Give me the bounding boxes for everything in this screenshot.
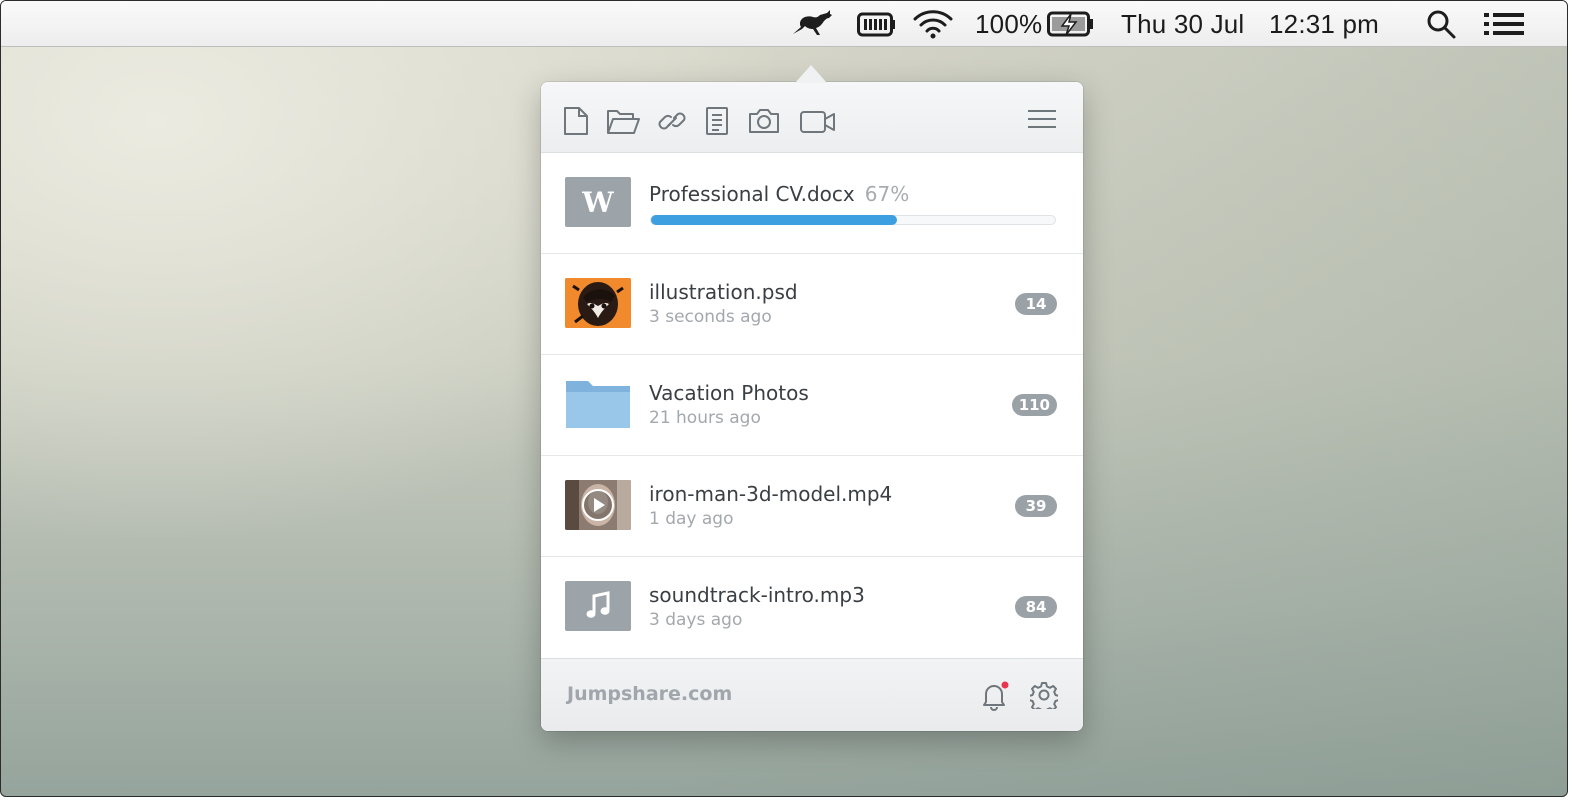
kangaroo-icon[interactable]: [791, 1, 833, 47]
word-letter: W: [582, 185, 614, 219]
camera-icon[interactable]: [748, 106, 780, 136]
upload-progress-fill: [651, 215, 898, 225]
battery-app-icon[interactable]: [857, 1, 895, 47]
battery-percent: 100%: [975, 8, 1043, 39]
file-name: iron-man-3d-model.mp4: [649, 482, 893, 506]
popover-arrow: [795, 65, 827, 83]
upload-file-name: Professional CV.docx: [649, 182, 855, 206]
file-name: soundtrack-intro.mp3: [649, 583, 865, 607]
search-icon[interactable]: [1426, 1, 1456, 47]
list-item[interactable]: Vacation Photos 21 hours ago 110: [541, 355, 1083, 456]
menu-bar-date[interactable]: Thu 30 Jul: [1121, 1, 1244, 47]
menu-bar: 100% Thu 30 Jul 12:31 pm: [1, 1, 1567, 47]
document-icon[interactable]: [705, 106, 729, 136]
view-count-badge: 14: [1015, 293, 1057, 315]
video-thumbnail: [565, 480, 631, 530]
list-item[interactable]: illustration.psd 3 seconds ago 14: [541, 254, 1083, 355]
view-count-badge: 110: [1011, 394, 1057, 416]
list-icon[interactable]: [1484, 1, 1524, 47]
desktop-background: 100% Thu 30 Jul 12:31 pm W Professional …: [0, 0, 1568, 797]
upload-file-label: Professional CV.docx 67%: [649, 182, 909, 206]
toolbar: [541, 82, 1083, 153]
new-file-icon[interactable]: [563, 106, 589, 136]
popover-footer: Jumpshare.com: [541, 658, 1083, 731]
upload-percent: 67%: [864, 182, 910, 206]
file-name: Vacation Photos: [649, 381, 809, 405]
file-name: illustration.psd: [649, 280, 798, 304]
file-time: 3 days ago: [649, 610, 743, 630]
word-file-thumbnail: W: [565, 177, 631, 227]
file-time: 3 seconds ago: [649, 307, 772, 327]
jumpshare-popover: W Professional CV.docx 67% illustration.…: [541, 82, 1083, 731]
hamburger-menu-icon[interactable]: [1027, 104, 1057, 134]
upload-progress-bar: [650, 215, 1056, 225]
view-count-badge: 84: [1015, 596, 1057, 618]
bell-icon[interactable]: [981, 681, 1009, 716]
notification-dot: [1001, 681, 1009, 689]
gear-icon[interactable]: [1028, 681, 1060, 714]
menu-bar-time[interactable]: 12:31 pm: [1269, 1, 1379, 47]
upload-row[interactable]: W Professional CV.docx 67%: [541, 153, 1083, 254]
wifi-icon[interactable]: [913, 1, 953, 47]
link-icon[interactable]: [658, 106, 686, 136]
folder-icon: [565, 379, 631, 429]
battery-charging-icon[interactable]: [1047, 1, 1095, 47]
video-camera-icon[interactable]: [799, 106, 837, 136]
list-item[interactable]: iron-man-3d-model.mp4 1 day ago 39: [541, 456, 1083, 557]
file-time: 21 hours ago: [649, 408, 761, 428]
open-folder-icon[interactable]: [606, 106, 640, 136]
file-time: 1 day ago: [649, 509, 734, 529]
view-count-badge: 39: [1015, 495, 1057, 517]
image-thumbnail: [565, 278, 631, 328]
list-item[interactable]: soundtrack-intro.mp3 3 days ago 84: [541, 557, 1083, 658]
music-note-icon: [565, 581, 631, 631]
jumpshare-link[interactable]: Jumpshare.com: [567, 683, 732, 705]
